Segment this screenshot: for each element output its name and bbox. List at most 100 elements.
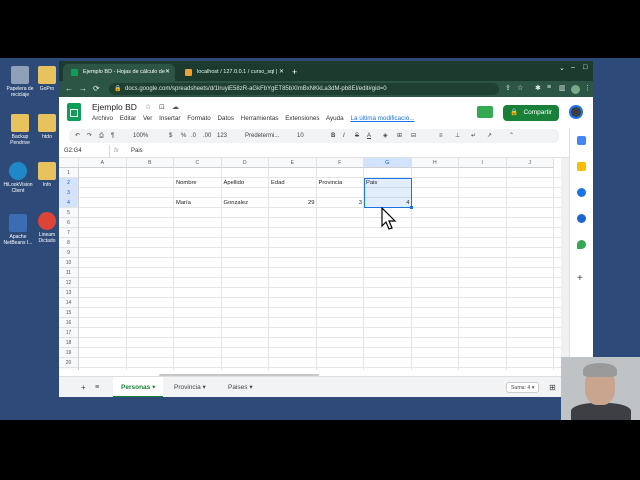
row-header-1[interactable]: 1 [59, 168, 79, 178]
redo-icon[interactable]: ↷ [87, 129, 92, 143]
align-icon[interactable]: ≡ [439, 129, 443, 143]
calendar-icon[interactable] [577, 136, 586, 145]
column-header-i[interactable]: I [459, 158, 507, 168]
share-button[interactable]: 🔒 Compartir [503, 105, 559, 121]
row-header-13[interactable]: 13 [59, 288, 79, 298]
desktop-icon-info[interactable]: Info [36, 162, 58, 188]
column-header-a[interactable]: A [79, 158, 127, 168]
menu-ayuda[interactable]: Ayuda [326, 115, 344, 122]
font-select[interactable]: Predetermi... [245, 129, 279, 143]
share-page-icon[interactable]: ⇪ [505, 84, 511, 92]
undo-icon[interactable]: ↶ [75, 129, 80, 143]
cell-d4[interactable]: Gonzalez [222, 198, 270, 208]
meet-icon[interactable] [477, 106, 493, 118]
star-icon[interactable]: ☆ [517, 84, 523, 92]
valign-icon[interactable]: ⊥ [455, 129, 460, 143]
close-icon[interactable]: ✕ [165, 64, 170, 81]
select-all-corner[interactable] [59, 158, 79, 168]
minimize-icon[interactable]: – [571, 64, 575, 71]
sum-indicator[interactable]: Suma: 4 ▾ [506, 382, 540, 393]
row-header-7[interactable]: 7 [59, 228, 79, 238]
sheet-tab-provincia[interactable]: Provincia ▾ [166, 377, 214, 397]
row-header-19[interactable]: 19 [59, 348, 79, 358]
cell-f2[interactable]: Provincia [317, 178, 365, 188]
desktop-icon-netbeans[interactable]: Apache NetBeans I... [0, 214, 36, 246]
fill-color-icon[interactable]: ◈ [383, 129, 388, 143]
cell-c4[interactable]: María [174, 198, 222, 208]
desktop-icon-hilookvision[interactable]: HiLookVision Client [0, 162, 36, 194]
merge-icon[interactable]: ⊟ [411, 129, 416, 143]
new-tab-button[interactable]: + [292, 65, 297, 79]
formula-input[interactable]: Pais [131, 145, 143, 158]
column-header-f[interactable]: F [316, 158, 364, 168]
row-header-11[interactable]: 11 [59, 268, 79, 278]
menu-ver[interactable]: Ver [143, 115, 152, 122]
row-header-21[interactable]: 21 [59, 368, 79, 370]
reading-list-icon[interactable]: ≡ [547, 84, 551, 91]
chevron-down-icon[interactable]: ⌄ [559, 64, 565, 72]
menu-herramientas[interactable]: Herramientas [241, 115, 279, 122]
sheet-tab-personas[interactable]: Personas ▾ [113, 377, 164, 397]
bold-button[interactable]: B [331, 129, 335, 143]
back-icon[interactable]: ← [65, 84, 73, 94]
explore-icon[interactable]: ⊞ [549, 377, 556, 397]
reload-icon[interactable]: ⟳ [93, 84, 100, 94]
increase-decimals-button[interactable]: .00 [203, 129, 211, 143]
cell-g2[interactable]: Pais [364, 178, 412, 188]
keep-icon[interactable] [577, 162, 586, 171]
row-header-14[interactable]: 14 [59, 298, 79, 308]
cell-d2[interactable]: Apellido [222, 178, 270, 188]
menu-extensiones[interactable]: Extensiones [285, 115, 319, 122]
currency-button[interactable]: $ [169, 129, 172, 143]
contacts-icon[interactable] [577, 214, 586, 223]
last-edit-link[interactable]: La última modificació... [350, 115, 414, 122]
all-sheets-icon[interactable]: ≡ [95, 377, 99, 397]
name-box[interactable]: G2:G4 [62, 145, 110, 157]
menu-formato[interactable]: Formato [187, 115, 210, 122]
document-title[interactable]: Ejemplo BD [92, 102, 137, 112]
row-header-3[interactable]: 3 [59, 188, 79, 198]
row-header-6[interactable]: 6 [59, 218, 79, 228]
sheets-logo-icon[interactable] [67, 103, 81, 121]
font-size-select[interactable]: 10 [297, 129, 304, 143]
close-icon[interactable]: ✕ [279, 64, 284, 81]
column-header-b[interactable]: B [126, 158, 174, 168]
column-header-d[interactable]: D [221, 158, 269, 168]
tasks-icon[interactable] [577, 188, 586, 197]
menu-insertar[interactable]: Insertar [159, 115, 180, 122]
side-panel-icon[interactable]: ▥ [559, 84, 566, 92]
cell-c2[interactable]: Nombre [174, 178, 222, 188]
row-header-15[interactable]: 15 [59, 308, 79, 318]
cloud-icon[interactable]: ☁ [172, 103, 179, 111]
rotate-icon[interactable]: ↗ [487, 129, 492, 143]
text-color-button[interactable]: A [367, 129, 371, 143]
maps-icon[interactable] [577, 240, 586, 249]
chevron-up-icon[interactable]: ⌃ [509, 129, 514, 143]
row-header-8[interactable]: 8 [59, 238, 79, 248]
column-header-e[interactable]: E [269, 158, 317, 168]
profile-icon[interactable] [571, 85, 580, 94]
desktop-icon-chrome[interactable]: Lineam Dictado [36, 212, 58, 244]
maximize-icon[interactable]: □ [583, 64, 587, 71]
desktop-icon-recycle-bin[interactable]: Papelera de reciclaje [2, 66, 38, 98]
spreadsheet-grid[interactable]: A B C D E F G H I J 1 2 3 4 5 6 7 8 9 10 11 12 13 14 15 16 17 18 19 2… [59, 158, 561, 370]
tab-localhost[interactable]: localhost / 127.0.0.1 / curso_sql | ✕ [177, 64, 289, 81]
column-header-j[interactable]: J [506, 158, 554, 168]
percent-button[interactable]: % [181, 129, 186, 143]
plus-icon[interactable]: + [577, 274, 586, 284]
extensions-icon[interactable]: ✱ [535, 84, 541, 92]
column-header-g[interactable]: G [364, 158, 412, 168]
more-formats-button[interactable]: 123 [217, 129, 227, 143]
menu-editar[interactable]: Editar [120, 115, 136, 122]
menu-datos[interactable]: Datos [217, 115, 233, 122]
menu-archivo[interactable]: Archivo [92, 115, 113, 122]
paint-format-icon[interactable]: ¶ [111, 129, 114, 143]
row-header-2[interactable]: 2 [59, 178, 79, 188]
zoom-select[interactable]: 100% [133, 129, 148, 143]
add-sheet-icon[interactable]: + [81, 377, 86, 397]
sheet-tab-paises[interactable]: Paises ▾ [220, 377, 261, 397]
row-header-18[interactable]: 18 [59, 338, 79, 348]
desktop-icon-backup[interactable]: Backup Pendrive [2, 114, 38, 146]
row-header-10[interactable]: 10 [59, 258, 79, 268]
print-icon[interactable]: ⎙ [99, 129, 104, 143]
